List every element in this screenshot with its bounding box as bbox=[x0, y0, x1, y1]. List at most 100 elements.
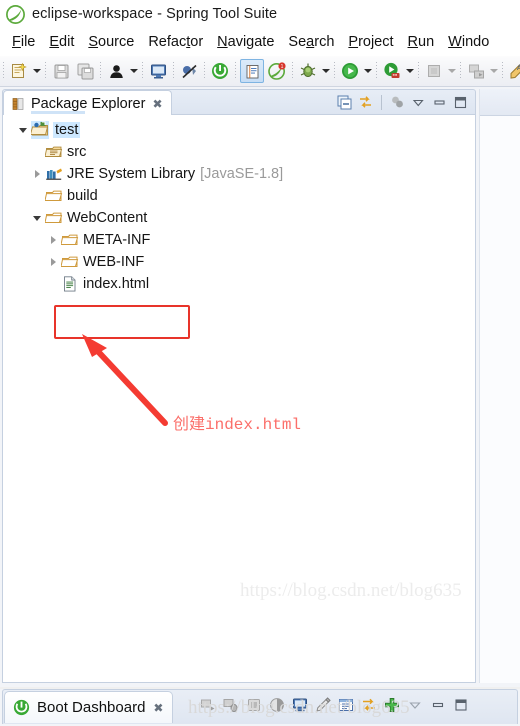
view-menu-icon[interactable] bbox=[409, 93, 428, 112]
toolbar-separator bbox=[235, 62, 236, 80]
jre-library-icon bbox=[45, 165, 63, 183]
folder-icon bbox=[61, 253, 79, 271]
external-tools-icon[interactable]: A J bbox=[507, 60, 520, 82]
workbench-area: Package Explorer ✖ test src JRE System L… bbox=[0, 87, 520, 687]
menu-navigate[interactable]: Navigate bbox=[210, 34, 281, 50]
debug-icon[interactable] bbox=[297, 60, 319, 82]
package-explorer-tree-container[interactable]: test src JRE System Library [JavaSE-1.8]… bbox=[2, 115, 476, 683]
package-explorer-tab-label: Package Explorer bbox=[31, 95, 146, 112]
run-dropdown-arrow[interactable] bbox=[362, 60, 373, 82]
chevron-right-icon[interactable] bbox=[45, 229, 61, 251]
link-with-editor-icon[interactable] bbox=[356, 93, 375, 112]
toolbar-separator bbox=[292, 62, 293, 80]
chevron-down-icon[interactable] bbox=[29, 207, 45, 229]
close-icon[interactable]: ✖ bbox=[152, 97, 162, 111]
menu-file[interactable]: File bbox=[5, 34, 42, 50]
chevron-right-icon[interactable] bbox=[29, 163, 45, 185]
toolbar-separator bbox=[418, 62, 419, 80]
toolbar-separator bbox=[502, 62, 503, 80]
properties-icon[interactable] bbox=[337, 696, 355, 714]
folder-icon bbox=[61, 231, 79, 249]
tree-item-test[interactable]: test bbox=[3, 119, 475, 141]
maximize-icon[interactable] bbox=[451, 93, 470, 112]
package-explorer-toolbar[interactable] bbox=[335, 93, 470, 112]
console-icon[interactable] bbox=[147, 60, 169, 82]
menu-window[interactable]: Windo bbox=[441, 34, 496, 50]
toolbar-separator bbox=[45, 62, 46, 80]
chevron-right-icon[interactable] bbox=[45, 251, 61, 273]
tab-boot-dashboard[interactable]: Boot Dashboard ✖ bbox=[4, 691, 174, 723]
view-menu-icon[interactable] bbox=[406, 696, 424, 714]
boot-dashboard-tabbar: Boot Dashboard ✖ bbox=[2, 689, 518, 724]
menu-refactor[interactable]: Refactor bbox=[141, 34, 210, 50]
tree-item-label: JRE System Library [JavaSE-1.8] bbox=[67, 166, 284, 182]
java-project-icon bbox=[31, 121, 49, 139]
boot-start-icon[interactable] bbox=[209, 60, 231, 82]
save-icon[interactable] bbox=[50, 60, 72, 82]
run-server-dropdown-arrow[interactable] bbox=[404, 60, 415, 82]
stop-dropdown-arrow[interactable] bbox=[446, 60, 457, 82]
new-wizard-icon[interactable] bbox=[8, 60, 30, 82]
collapse-all-icon[interactable] bbox=[335, 93, 354, 112]
html-file-icon bbox=[61, 275, 79, 293]
toolbar-separator bbox=[173, 62, 174, 80]
boot-dashboard-toolbar[interactable] bbox=[199, 696, 470, 714]
tree-item-build[interactable]: build bbox=[3, 185, 475, 207]
tree-item-jre-system-library[interactable]: JRE System Library [JavaSE-1.8] bbox=[3, 163, 475, 185]
menu-bar[interactable]: File Edit Source Refactor Navigate Searc… bbox=[0, 28, 520, 56]
tree-item-src[interactable]: src bbox=[3, 141, 475, 163]
minimize-icon[interactable] bbox=[430, 93, 449, 112]
menu-search[interactable]: Search bbox=[281, 34, 341, 50]
project-tree[interactable]: test src JRE System Library [JavaSE-1.8]… bbox=[3, 115, 475, 434]
tree-item-index-html[interactable]: index.html bbox=[3, 273, 475, 295]
publish-icon[interactable] bbox=[465, 60, 487, 82]
edit-config-icon[interactable] bbox=[314, 696, 332, 714]
maximize-icon[interactable] bbox=[452, 696, 470, 714]
menu-source[interactable]: Source bbox=[81, 34, 141, 50]
run-server-icon[interactable] bbox=[381, 60, 403, 82]
save-all-icon[interactable] bbox=[74, 60, 96, 82]
menu-project[interactable]: Project bbox=[341, 34, 400, 50]
main-toolbar[interactable]: 1 bbox=[0, 56, 520, 87]
start-icon[interactable] bbox=[199, 696, 217, 714]
toolbar-separator bbox=[142, 62, 143, 80]
debug-dropdown-arrow[interactable] bbox=[320, 60, 331, 82]
toggle-request-mappings-icon[interactable] bbox=[360, 696, 378, 714]
user-icon[interactable] bbox=[105, 60, 127, 82]
toolbar-separator bbox=[460, 62, 461, 80]
menu-edit[interactable]: Edit bbox=[42, 34, 81, 50]
user-dropdown-arrow[interactable] bbox=[128, 60, 139, 82]
skip-breakpoints-icon[interactable] bbox=[178, 60, 200, 82]
annotation-caption: 创建index.html bbox=[173, 416, 302, 434]
tree-item-web-inf[interactable]: WEB-INF bbox=[3, 251, 475, 273]
tree-item-label: index.html bbox=[83, 276, 150, 292]
open-task-icon[interactable] bbox=[240, 59, 264, 83]
folder-icon bbox=[45, 187, 63, 205]
window-title: eclipse-workspace - Spring Tool Suite bbox=[32, 6, 278, 22]
chevron-down-icon[interactable] bbox=[15, 119, 31, 141]
spring-boot-icon[interactable]: 1 bbox=[266, 60, 288, 82]
boot-dashboard-icon bbox=[13, 699, 30, 716]
package-explorer-tabbar: Package Explorer ✖ bbox=[2, 89, 476, 116]
package-explorer-view: Package Explorer ✖ test src JRE System L… bbox=[2, 89, 476, 683]
minimize-icon[interactable] bbox=[429, 696, 447, 714]
tree-item-meta-inf[interactable]: META-INF bbox=[3, 229, 475, 251]
publish-dropdown-arrow[interactable] bbox=[488, 60, 499, 82]
close-icon[interactable]: ✖ bbox=[153, 701, 163, 715]
focus-on-active-task-icon[interactable] bbox=[388, 93, 407, 112]
debug-icon[interactable] bbox=[222, 696, 240, 714]
tree-item-label: META-INF bbox=[83, 232, 151, 248]
open-console-icon[interactable] bbox=[291, 696, 309, 714]
stop-icon[interactable] bbox=[245, 696, 263, 714]
source-folder-icon bbox=[45, 143, 63, 161]
menu-run[interactable]: Run bbox=[401, 34, 442, 50]
add-icon[interactable] bbox=[383, 696, 401, 714]
tree-item-webcontent[interactable]: WebContent bbox=[3, 207, 475, 229]
run-icon[interactable] bbox=[339, 60, 361, 82]
stop-icon[interactable] bbox=[423, 60, 445, 82]
new-dropdown-arrow[interactable] bbox=[31, 60, 42, 82]
tab-package-explorer[interactable]: Package Explorer ✖ bbox=[3, 90, 172, 116]
open-browser-icon[interactable] bbox=[268, 696, 286, 714]
boot-dashboard-tab-label: Boot Dashboard bbox=[37, 699, 146, 716]
tab-active-underline bbox=[31, 111, 85, 114]
